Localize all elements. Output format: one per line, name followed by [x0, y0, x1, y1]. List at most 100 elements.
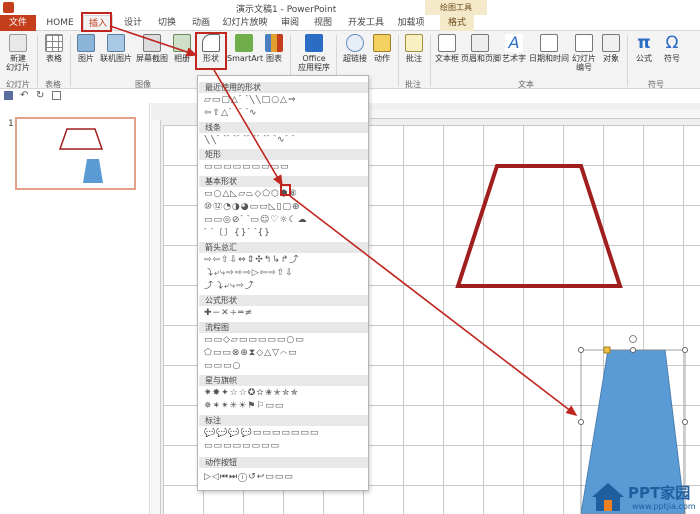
wordart-button[interactable]: A 艺术字 [499, 34, 529, 64]
section-header: 线条 [199, 122, 368, 133]
powerpoint-app-icon[interactable] [3, 2, 14, 13]
online-picture-icon [107, 34, 125, 52]
tab-home[interactable]: HOME [42, 15, 78, 31]
office-apps-button[interactable]: Office 应用程序 [296, 34, 332, 72]
tab-file[interactable]: 文件 [0, 15, 36, 31]
section-header: 动作按钮 [199, 457, 368, 468]
ribbon-separator [37, 35, 38, 87]
shape-row[interactable]: ⇦⇧△⌒⌒∿ [204, 108, 364, 119]
start-slideshow-icon[interactable] [52, 91, 61, 100]
picture-icon [77, 34, 95, 52]
symbol-button[interactable]: Ω 符号 [659, 34, 685, 63]
shape-row[interactable]: ⑩⑫◔◑◕▭▭◺▯▢⊕ [204, 202, 364, 213]
datetime-button[interactable]: 日期和时间 [529, 34, 569, 63]
save-icon[interactable] [4, 91, 13, 100]
adjust-handle[interactable] [603, 346, 611, 354]
textbox-button[interactable]: 文本框 [433, 34, 461, 63]
ribbon-separator [627, 35, 628, 87]
resize-handle[interactable] [578, 347, 584, 353]
smartart-button[interactable]: SmartArt [227, 34, 263, 63]
picture-button[interactable]: 图片 [74, 34, 98, 63]
object-icon [602, 34, 620, 52]
resize-handle[interactable] [682, 347, 688, 353]
watermark-logo: PPT家园 www.pptjia.com [590, 480, 698, 514]
equation-button[interactable]: π 公式 [631, 34, 657, 63]
hyperlink-button[interactable]: 超链接 [340, 34, 370, 63]
shape-row[interactable]: ▱▭▢△⌒╲╲□○△⇒ [204, 95, 364, 106]
shape-row[interactable]: ▭▭▭▭▭▭▭▭ [204, 441, 364, 452]
datetime-icon [540, 34, 558, 52]
tab-addins[interactable]: 加载项 [394, 15, 428, 31]
tab-animations[interactable]: 动画 [186, 15, 216, 31]
online-picture-button[interactable]: 联机图片 [99, 34, 133, 63]
slide-number-button[interactable]: 幻灯片 编号 [569, 34, 599, 72]
resize-handle[interactable] [682, 419, 688, 425]
shape-row[interactable]: 💬💬💬💬▭▭▭▭▭▭▭ [204, 428, 364, 439]
section-header: 矩形 [199, 149, 368, 160]
new-slide-icon [9, 34, 27, 52]
album-button[interactable]: 相册 [170, 34, 194, 63]
window-title: 演示文稿1 - PowerPoint [236, 5, 337, 15]
shape-row[interactable]: ⤵⤶⤷⇨⇨⇨▷⇦⇨⇧⇩ [204, 268, 364, 279]
slide-thumbnail-pane: 1 [0, 103, 150, 514]
shape-row[interactable]: ⤴⤵⤶⤷⇨⤴ [204, 281, 364, 292]
shape-row[interactable]: ▭▭◎⊘⌒▭☺♡☼☾☁ [204, 215, 364, 226]
chart-icon [265, 34, 283, 52]
table-button[interactable]: 表格 [42, 34, 66, 63]
tab-review[interactable]: 审阅 [276, 15, 304, 31]
shape-row[interactable]: ✵✶✴✳☀⚑⚐▭▭ [204, 401, 364, 412]
resize-handle[interactable] [630, 347, 636, 353]
tab-slideshow[interactable]: 幻灯片放映 [220, 15, 270, 31]
album-icon [173, 34, 191, 52]
shape-row[interactable]: ⌒〔〕{}⌒{} [204, 228, 364, 239]
shape-row[interactable]: ╲╲⌒⌒⌒⌒⌒⌒∿⌒ [204, 135, 364, 146]
trapezoid-outline-shape[interactable] [455, 164, 623, 288]
tab-view[interactable]: 视图 [309, 15, 337, 31]
shape-row[interactable]: ✷✸✦☆☆✪✫✬✭✮✯ [204, 388, 364, 399]
equation-icon: π [637, 33, 651, 53]
slide-thumbnail[interactable] [15, 117, 136, 190]
screenshot-button[interactable]: 屏幕截图 [134, 34, 170, 63]
section-header: 最近使用的形状 [199, 82, 368, 93]
shape-row[interactable]: ⬠▭▭⊗⊕⧗◇△▽⌒▭ [204, 348, 364, 359]
header-footer-button[interactable]: 页眉和页脚 [461, 34, 501, 63]
hyperlink-icon [346, 34, 364, 52]
thumb-trapezoid-filled [83, 159, 103, 183]
shape-row[interactable]: ▭▭▭○ [204, 361, 364, 372]
undo-icon[interactable]: ↶ [20, 91, 29, 101]
comment-button[interactable]: 批注 [402, 34, 426, 63]
textbox-icon [438, 34, 456, 52]
tab-developer[interactable]: 开发工具 [346, 15, 386, 31]
section-header: 流程图 [199, 322, 368, 333]
shape-row[interactable]: ✚−✕÷═≠ [204, 308, 364, 319]
header-footer-icon [471, 34, 489, 52]
highlight-trapezoid-shape [280, 184, 291, 196]
horizontal-ruler [370, 110, 700, 119]
action-icon [373, 34, 391, 52]
tab-design[interactable]: 设计 [116, 15, 150, 31]
new-slide-button[interactable]: 新建 幻灯片 [4, 34, 32, 72]
shapes-dropdown-menu: 最近使用的形状 ▱▭▢△⌒╲╲□○△⇒ ⇦⇧△⌒⌒∿ 线条 ╲╲⌒⌒⌒⌒⌒⌒∿⌒… [197, 75, 369, 491]
ribbon-separator [70, 35, 71, 87]
redo-icon[interactable]: ↻ [36, 91, 45, 101]
object-button[interactable]: 对象 [599, 34, 623, 63]
chart-button[interactable]: 图表 [262, 34, 286, 63]
vertical-ruler [152, 120, 161, 514]
comment-icon [405, 34, 423, 52]
smartart-icon [235, 34, 253, 52]
house-logo-icon [592, 483, 624, 511]
resize-handle[interactable] [578, 419, 584, 425]
slide-number-label: 1 [8, 119, 14, 129]
wordart-icon: A [505, 34, 523, 52]
shape-row[interactable]: ⇨⇦⇧⇩⇔⇕✣↰↳↱⤴ [204, 255, 364, 266]
tab-transitions[interactable]: 切换 [152, 15, 182, 31]
screenshot-icon [143, 34, 161, 52]
shape-row[interactable]: ▭▭◇▱▭▭▭▭▭○▭ [204, 335, 364, 346]
table-icon [45, 34, 63, 52]
rotate-handle[interactable] [629, 335, 637, 343]
shape-row[interactable]: ▭▭▭▭▭▭▭▭▭ [204, 162, 364, 173]
thumb-trapezoid-outline [58, 128, 104, 150]
shape-row[interactable]: ▷◁⏮⏭ⓘ↺↩▭▭▭ [204, 472, 364, 483]
tab-format[interactable]: 格式 [440, 15, 474, 31]
action-button[interactable]: 动作 [370, 34, 394, 63]
